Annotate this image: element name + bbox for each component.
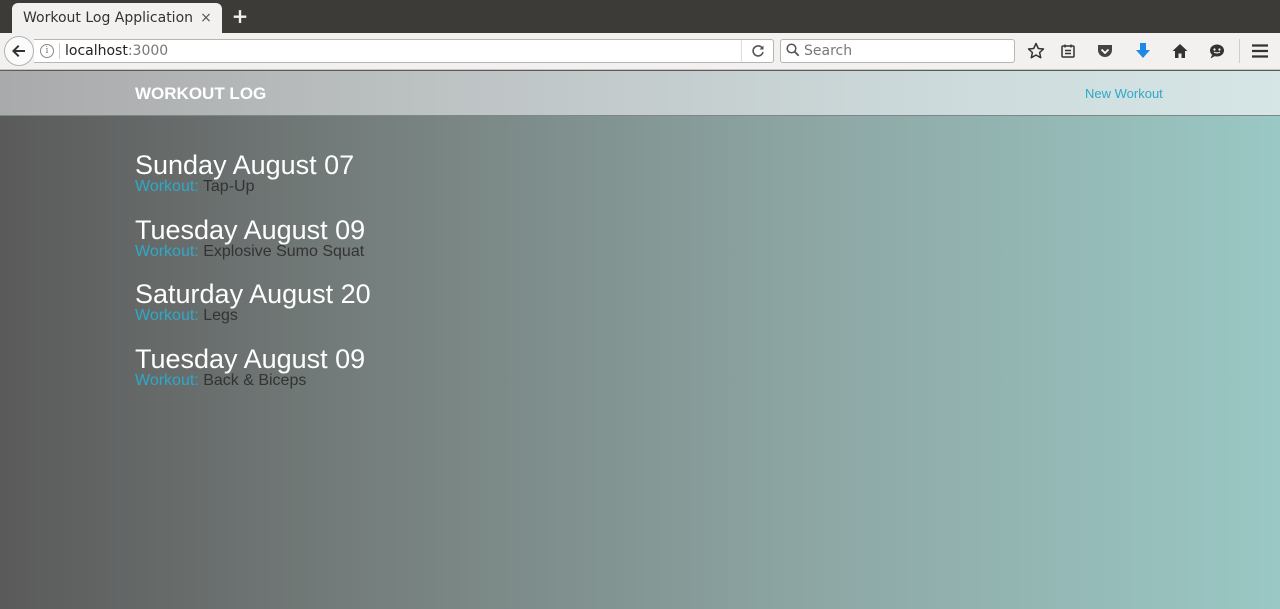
navigation-toolbar: i localhost:3000 (0, 33, 1280, 70)
new-tab-button[interactable]: + (229, 4, 251, 28)
workout-name: Legs (203, 307, 238, 324)
new-workout-link[interactable]: New Workout (1085, 86, 1163, 101)
workout-name: Explosive Sumo Squat (203, 242, 365, 260)
workout-list: Sunday August 07 Workout: Tap-Up Tuesday… (135, 149, 371, 407)
bookmark-star-icon[interactable] (1025, 40, 1047, 62)
workout-detail: Workout: Back & Biceps (135, 371, 371, 389)
url-host: localhost (65, 43, 128, 59)
workout-date: Saturday August 20 (135, 279, 371, 309)
workout-list-item[interactable]: Tuesday August 09 Workout: Back & Biceps (135, 343, 371, 408)
chat-icon[interactable] (1206, 40, 1228, 62)
workout-detail: Workout: Tap-Up (135, 179, 371, 195)
url-port: :3000 (127, 43, 169, 59)
workout-date: Sunday August 07 (135, 150, 355, 180)
workout-detail: Workout: Legs (135, 308, 371, 324)
workout-name: Tap-Up (202, 178, 255, 195)
workout-label: Workout: (135, 178, 199, 195)
info-icon[interactable]: i (40, 44, 54, 58)
pocket-icon[interactable] (1094, 40, 1116, 62)
workout-date: Tuesday August 09 (135, 343, 366, 374)
tab-close-icon[interactable]: × (198, 10, 214, 26)
workout-list-item[interactable]: Tuesday August 09 Workout: Explosive Sum… (135, 214, 371, 279)
workout-date: Tuesday August 09 (135, 214, 366, 245)
workout-detail: Workout: Explosive Sumo Squat (135, 242, 371, 260)
workout-name: Back & Biceps (203, 371, 307, 389)
workout-label: Workout: (135, 307, 199, 324)
back-arrow-icon[interactable] (4, 36, 34, 66)
tab-title: Workout Log Application (23, 10, 194, 26)
page-viewport: WORKOUT LOG New Workout Sunday August 07… (0, 71, 1280, 609)
tab-bar: Workout Log Application × + (0, 0, 1280, 33)
active-tab[interactable]: Workout Log Application × (12, 3, 222, 33)
workout-label: Workout: (135, 371, 199, 389)
search-bar[interactable] (780, 39, 1015, 63)
hamburger-menu-icon[interactable] (1249, 40, 1271, 62)
app-header: WORKOUT LOG New Workout (0, 71, 1280, 116)
download-icon[interactable] (1132, 40, 1154, 62)
reading-list-icon[interactable] (1057, 40, 1079, 62)
search-input[interactable] (804, 43, 1004, 59)
url-separator (59, 43, 60, 59)
search-icon (786, 42, 800, 61)
home-icon[interactable] (1169, 40, 1191, 62)
toolbar-separator (1239, 39, 1240, 63)
workout-label: Workout: (135, 242, 199, 260)
brand-logo-text[interactable]: WORKOUT LOG (135, 84, 266, 104)
reload-icon[interactable] (741, 40, 773, 62)
workout-list-item[interactable]: Saturday August 20 Workout: Legs (135, 278, 371, 343)
url-bar[interactable]: i localhost:3000 (34, 39, 774, 63)
workout-list-item[interactable]: Sunday August 07 Workout: Tap-Up (135, 149, 371, 214)
